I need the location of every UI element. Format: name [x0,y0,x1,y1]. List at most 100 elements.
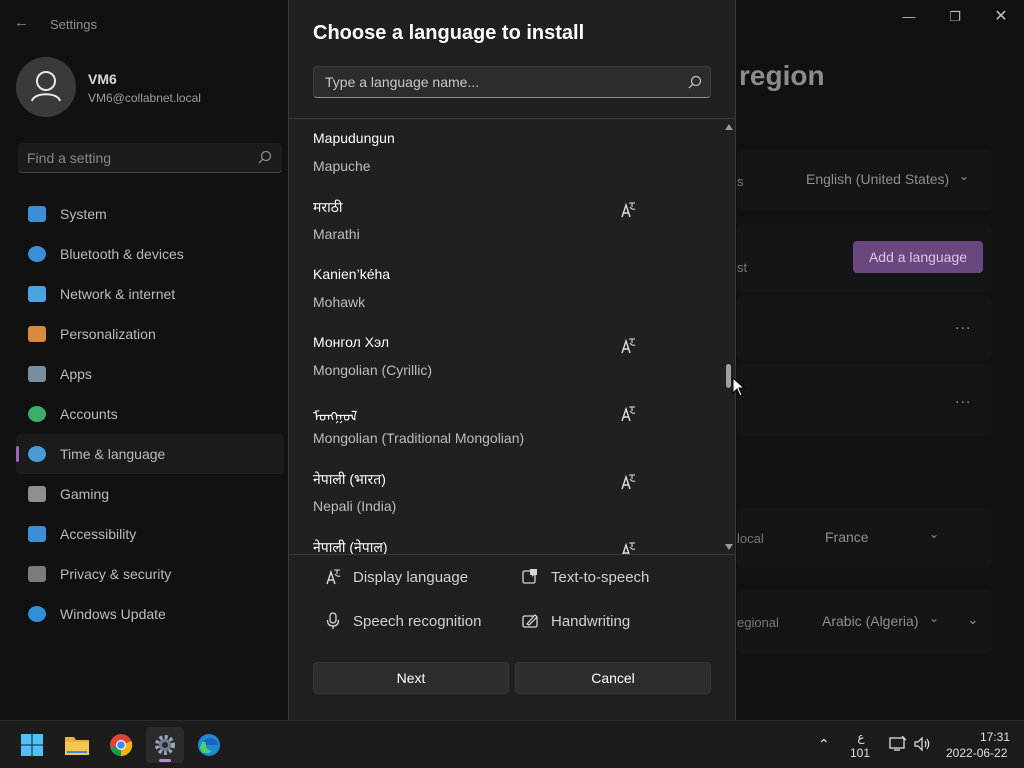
display-language-icon [621,406,636,422]
scroll-up-arrow-icon[interactable] [725,124,733,130]
sidebar-item-network-internet[interactable]: Network & internet [16,274,284,314]
language-list-item[interactable]: Монгол Хэл Mongolian (Cyrillic) [289,324,735,392]
clock-time[interactable]: 17:31 [980,730,1010,744]
accessibility-icon [28,526,46,542]
shield-icon [28,566,46,582]
language-english-name: Nepali (India) [313,498,397,514]
language-list-item[interactable]: Mapudungun Mapuche [289,120,735,188]
language-list-scrollbar[interactable] [723,120,735,554]
language-list-item[interactable]: नेपाली (भारत) Nepali (India) [289,460,735,528]
language-list-item[interactable]: ᠮᠣᠩᠭᠣᠯ Mongolian (Traditional Mongolian) [289,392,735,460]
microphone-icon [326,612,340,629]
chevron-down-icon: ⌄ [959,169,970,183]
back-arrow-icon[interactable]: ← [14,14,32,32]
clock-date[interactable]: 2022-06-22 [946,746,1007,760]
globe-clock-icon [28,446,46,462]
regional-format-dropdown[interactable]: Arabic (Algeria) [822,613,918,629]
chrome-button[interactable] [102,727,140,763]
language-english-name: Marathi [313,226,360,242]
language-native-name: Mapudungun [313,130,395,146]
wifi-icon [28,286,46,302]
legend-text-to-speech: Text-to-speech [521,568,649,586]
language-english-name: Mongolian (Traditional Mongolian) [313,430,525,446]
language-list[interactable]: Mapudungun Mapuche मराठी Marathi Kanien’kéha… [289,120,735,554]
start-icon [21,734,43,756]
network-icon[interactable] [889,736,907,752]
more-options-button[interactable]: ... [955,390,971,408]
controller-icon [28,486,46,502]
add-language-button[interactable]: Add a language [853,241,983,273]
country-dropdown[interactable]: France [825,529,869,545]
update-icon [28,606,46,622]
chrome-icon [110,734,133,757]
avatar[interactable] [16,57,76,117]
language-native-name: Монгол Хэл [313,334,390,350]
file-explorer-button[interactable] [58,727,96,763]
scrollbar-thumb[interactable] [726,364,731,388]
sidebar-item-privacy-security[interactable]: Privacy & security [16,554,284,594]
restore-button[interactable]: ❐ [937,6,973,28]
mouse-pointer-icon [732,377,746,397]
bluetooth-icon [28,246,46,262]
language-english-name: Mohawk [313,294,366,310]
sidebar-item-accessibility[interactable]: Accessibility [16,514,284,554]
more-options-button[interactable]: ... [955,316,971,334]
sidebar-item-gaming[interactable]: Gaming [16,474,284,514]
chevron-down-icon: ⌄ [929,611,940,625]
sidebar-item-bluetooth-devices[interactable]: Bluetooth & devices [16,234,284,274]
edge-button[interactable] [190,727,228,763]
chevron-down-icon: ⌄ [929,527,940,541]
language-native-name: नेपाली (भारत) [313,471,386,487]
sidebar-item-windows-update[interactable]: Windows Update [16,594,284,634]
show-hidden-icons-button[interactable]: ⌃ [818,737,830,751]
user-email: VM6@collabnet.local [88,91,201,105]
keyboard-layout[interactable]: 101 [848,746,872,760]
expand-chevron-icon[interactable]: ⌄ [967,611,979,628]
language-list-item[interactable]: मराठी Marathi [289,188,735,256]
cancel-button[interactable]: Cancel [515,662,711,694]
sidebar-item-system[interactable]: System [16,194,284,234]
sidebar-item-time-language[interactable]: Time & language [16,434,284,474]
volume-icon[interactable] [914,736,932,752]
regional-format-row: egional Arabic (Algeria) ⌄ ⌄ [737,590,992,654]
display-icon [28,206,46,222]
find-setting-input[interactable]: Find a setting [18,143,282,173]
app-title: Settings [50,17,97,32]
sidebar-item-label: Apps [60,366,92,382]
settings-icon [155,735,175,755]
display-language-icon [326,569,341,585]
sidebar-item-accounts[interactable]: Accounts [16,394,284,434]
language-native-name: ᠮᠣᠩᠭᠣᠯ [313,408,358,424]
sidebar-item-label: Accounts [60,406,118,422]
keyboard-language[interactable]: ع [852,730,870,744]
windows-display-language-row: s English (United States) ⌄ [737,150,992,210]
language-search-input[interactable]: Type a language name... [313,66,711,98]
scroll-down-arrow-icon[interactable] [725,544,733,550]
user-name: VM6 [88,71,117,87]
display-language-icon [621,338,636,354]
minimize-button[interactable]: — [891,6,927,28]
search-icon [258,150,272,164]
sidebar-item-label: Windows Update [60,606,166,622]
language-list-item[interactable]: नेपाली (नेपाल) [289,528,735,554]
display-language-icon [621,474,636,490]
settings-taskbar-button[interactable] [146,727,184,763]
language-list-item[interactable]: Kanien’kéha Mohawk [289,256,735,324]
search-icon [688,75,702,89]
sidebar-item-label: Bluetooth & devices [60,246,184,262]
page-title: region [739,60,825,91]
person-icon [28,406,46,422]
start-button[interactable] [13,727,51,763]
sidebar-item-personalization[interactable]: Personalization [16,314,284,354]
display-language-icon [621,202,636,218]
display-language-dropdown[interactable]: English (United States) [806,171,949,187]
display-language-icon [622,542,636,554]
legend-display-language: Display language [325,568,468,586]
sidebar-item-label: System [60,206,107,222]
close-button[interactable]: ✕ [983,6,1019,28]
next-button[interactable]: Next [313,662,509,694]
sidebar-item-label: Gaming [60,486,110,502]
sidebar-item-label: Personalization [60,326,156,342]
person-icon [31,71,61,102]
sidebar-item-apps[interactable]: Apps [16,354,284,394]
